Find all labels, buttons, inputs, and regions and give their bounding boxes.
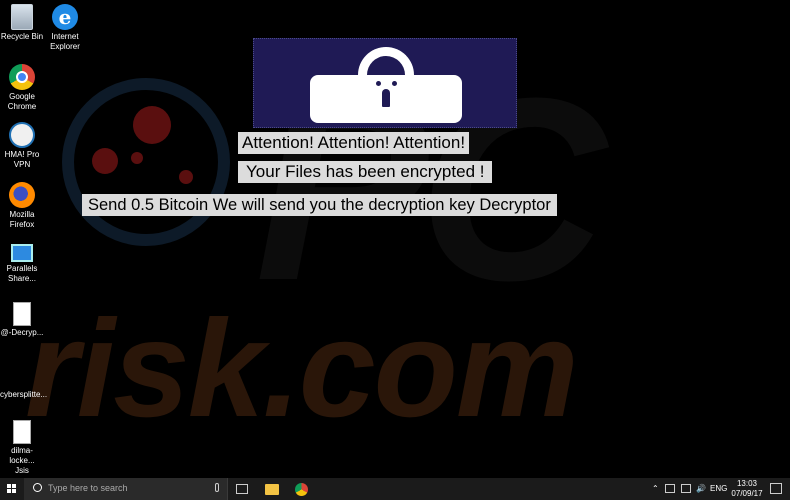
internet-explorer-icon: e (52, 4, 78, 30)
desktop-icon-recycle-bin[interactable]: Recycle Bin (0, 4, 44, 42)
attention-message: Attention! Attention! Attention! (238, 132, 470, 154)
clock-time: 13:03 (736, 479, 758, 488)
taskbar: Type here to search ⌃ 🔊 ENG 13:03 07/09/… (0, 478, 790, 500)
clock-date: 07/09/17 (731, 489, 763, 498)
chrome-icon (9, 64, 35, 90)
language-indicator[interactable]: ENG (710, 484, 727, 493)
start-button[interactable] (0, 478, 24, 500)
windows-logo-icon (7, 484, 11, 488)
desktop-icon-cybersplitter-file[interactable]: cybersplitte... (0, 388, 48, 400)
desktop-icon-internet-explorer[interactable]: e Internet Explorer (42, 4, 88, 52)
icon-label: HMA! Pro VPN (4, 150, 40, 169)
lock-icon (310, 75, 462, 123)
chevron-up-icon[interactable]: ⌃ (652, 484, 659, 493)
clock[interactable]: 13:03 07/09/17 (730, 479, 764, 499)
watermark-dot (133, 106, 171, 144)
notifications-icon[interactable] (770, 483, 782, 494)
network-icon[interactable] (681, 484, 691, 493)
watermark-risk: risk.com (25, 292, 579, 446)
taskbar-search-box[interactable]: Type here to search (24, 478, 228, 500)
icon-label: Internet Explorer (50, 32, 80, 51)
recycle-bin-icon (11, 4, 33, 30)
lock-image-panel (253, 38, 517, 128)
watermark-dot (92, 148, 118, 174)
file-explorer-icon[interactable] (265, 484, 279, 495)
desktop-icon-mozilla-firefox[interactable]: Mozilla Firefox (0, 182, 44, 230)
hma-vpn-icon (9, 122, 35, 148)
battery-icon[interactable] (665, 484, 675, 493)
encrypted-message: Your Files has been encrypted ! (238, 161, 493, 183)
icon-label: Recycle Bin (0, 32, 44, 41)
watermark-dot (131, 152, 143, 164)
keyhole (382, 89, 390, 107)
search-placeholder: Type here to search (48, 483, 128, 493)
chrome-taskbar-icon[interactable] (295, 483, 308, 496)
icon-label: Mozilla Firefox (9, 210, 35, 229)
firefox-icon (9, 182, 35, 208)
desktop-icon-decrypt-file[interactable]: @-Decryp... (0, 302, 44, 338)
desktop-icon-google-chrome[interactable]: Google Chrome (0, 64, 44, 112)
parallels-icon (11, 244, 33, 262)
document-icon (13, 302, 31, 326)
windows-logo-icon (7, 489, 11, 493)
microphone-icon[interactable] (215, 483, 219, 492)
document-icon (13, 420, 31, 444)
icon-label: cybersplitte... (0, 390, 48, 399)
icon-label: Parallels Share... (6, 264, 38, 283)
desktop: PC risk.com Recycle Bin e Internet Explo… (0, 0, 790, 478)
desktop-icon-dilma-locker-file[interactable]: dilma-locke... Jsis (0, 420, 44, 476)
lock-eye (376, 81, 381, 86)
lock-eye (392, 81, 397, 86)
desktop-icon-parallels-share[interactable]: Parallels Share... (0, 240, 44, 284)
watermark-dot (179, 170, 193, 184)
icon-label: dilma-locke... Jsis (9, 446, 35, 475)
search-icon (33, 483, 42, 492)
task-view-icon[interactable] (236, 484, 248, 494)
icon-label: Google Chrome (7, 92, 37, 111)
icon-label: @-Decryp... (0, 328, 44, 337)
volume-icon[interactable]: 🔊 (696, 484, 706, 493)
windows-logo-icon (12, 484, 16, 488)
watermark-magnifier (62, 78, 230, 246)
payment-instructions: Send 0.5 Bitcoin We will send you the de… (82, 194, 557, 216)
desktop-icon-hma-pro-vpn[interactable]: HMA! Pro VPN (0, 122, 44, 170)
windows-logo-icon (12, 489, 16, 493)
